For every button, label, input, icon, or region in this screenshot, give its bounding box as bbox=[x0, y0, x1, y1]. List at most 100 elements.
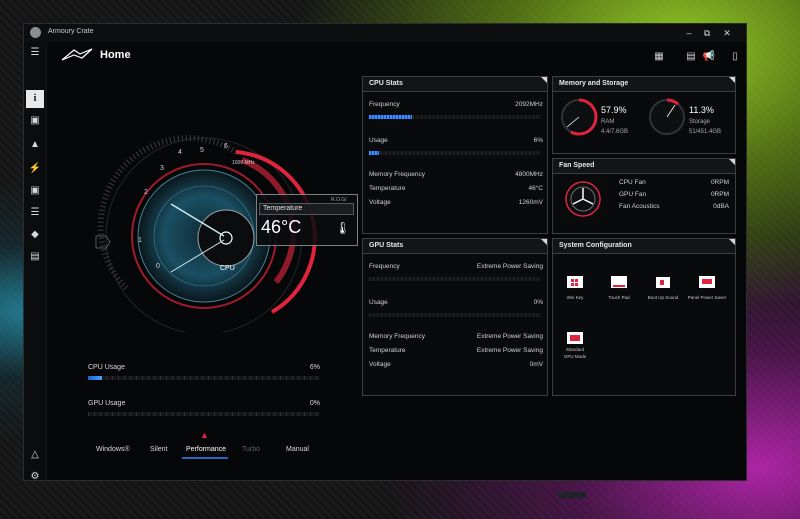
sidebar-item-scenario[interactable]: ☰ bbox=[26, 204, 44, 222]
boot-up-sound-icon bbox=[656, 277, 670, 288]
win-key-label: Win Key bbox=[566, 295, 584, 300]
panel-power-saver-label: Panel Power Saver bbox=[687, 295, 727, 300]
cpu-frequency-bar bbox=[369, 115, 541, 119]
memory-storage-panel: Memory and Storage 57.9% RAM 4.4/7.6GB 1… bbox=[552, 76, 736, 154]
ram-ring bbox=[560, 98, 598, 136]
sidebar-item-device[interactable]: ▣ bbox=[26, 112, 44, 130]
mode-silent[interactable]: Silent bbox=[150, 446, 168, 453]
tick-5: 5 bbox=[200, 147, 204, 154]
panel-corner-icon bbox=[729, 239, 735, 245]
sidebar-item-home[interactable]: i bbox=[26, 90, 44, 108]
boot-up-sound-tile[interactable]: Boot Up Sound bbox=[643, 275, 683, 300]
gpu-frequency-value: Extreme Power Saving bbox=[476, 263, 543, 270]
gpu-temperature-value: Extreme Power Saving bbox=[476, 347, 543, 354]
gpu-fan-value: 0RPM bbox=[710, 191, 729, 198]
cpu-fan-value: 0RPM bbox=[710, 179, 729, 186]
mode-performance[interactable]: Performance bbox=[186, 446, 226, 453]
system-config-panel: System Configuration Win Key Touch Pad B… bbox=[552, 238, 736, 396]
tick-2: 2 bbox=[144, 189, 148, 196]
sidebar-item-news[interactable]: ▤ bbox=[26, 248, 44, 266]
gpu-usage-stat-bar bbox=[369, 313, 541, 317]
gpu-mem-freq-value: Extreme Power Saving bbox=[476, 333, 543, 340]
sidebar-item-armoury[interactable]: ⚡ bbox=[26, 160, 44, 178]
win-key-icon bbox=[567, 276, 583, 288]
minimize-icon[interactable]: – bbox=[682, 26, 696, 40]
temperature-card-value: 46°C bbox=[261, 217, 302, 237]
thermometer-icon: 🌡 bbox=[335, 221, 351, 235]
tick-4: 4 bbox=[178, 149, 182, 156]
panel-power-saver-icon bbox=[699, 276, 715, 288]
cpu-usage-fill bbox=[88, 376, 102, 380]
taskbar-tray bbox=[558, 492, 586, 498]
temperature-card-label: Temperature bbox=[259, 203, 354, 215]
sidebar-item-aura[interactable]: ▲ bbox=[26, 136, 44, 154]
fan-speed-header: Fan Speed bbox=[553, 159, 735, 174]
storage-ring bbox=[648, 98, 686, 136]
memory-storage-title: Memory and Storage bbox=[559, 80, 629, 87]
gpu-voltage-label: Voltage bbox=[369, 361, 391, 368]
tick-6: 6 bbox=[224, 143, 228, 150]
panel-corner-icon bbox=[729, 159, 735, 165]
restore-icon[interactable]: ⧉ bbox=[700, 26, 714, 40]
cpu-usage-bar bbox=[88, 376, 320, 380]
fan-icon bbox=[565, 181, 601, 217]
gpu-mode-label: GPU Mode bbox=[563, 354, 587, 359]
app-window: Armoury Crate – ⧉ ✕ ☰ i ▣ ▲ ⚡ ▣ ☰ ◆ ▤ △ … bbox=[24, 24, 746, 498]
panel-power-saver-tile[interactable]: Panel Power Saver bbox=[687, 275, 727, 300]
gpu-usage-bar bbox=[88, 412, 320, 416]
fan-speed-title: Fan Speed bbox=[559, 162, 595, 169]
cpu-stats-title: CPU Stats bbox=[369, 80, 403, 87]
gpu-temperature-label: Temperature bbox=[369, 347, 406, 354]
tick-1: 1 bbox=[138, 237, 142, 244]
mode-turbo[interactable]: Turbo bbox=[242, 446, 260, 453]
menu-icon[interactable]: ☰ bbox=[26, 44, 44, 62]
user-icon[interactable]: △ bbox=[26, 446, 44, 464]
rog-logo-icon bbox=[61, 48, 93, 61]
sidebar: ☰ i ▣ ▲ ⚡ ▣ ☰ ◆ ▤ △ ⚙ bbox=[24, 42, 47, 482]
mode-manual[interactable]: Manual bbox=[286, 446, 309, 453]
touch-pad-tile[interactable]: Touch Pad bbox=[599, 275, 639, 300]
cpu-usage-stat-fill bbox=[369, 151, 380, 155]
gpu-usage-label: Usage bbox=[369, 299, 388, 306]
cpu-mem-freq-value: 4800MHz bbox=[515, 171, 543, 178]
gpu-mode-badge: Standard bbox=[565, 347, 585, 352]
panel-corner-icon bbox=[541, 77, 547, 83]
gpu-usage-value: 0% bbox=[309, 400, 320, 407]
active-mode-underline bbox=[182, 457, 228, 459]
boot-up-sound-label: Boot Up Sound bbox=[647, 295, 679, 300]
cpu-voltage-value: 1260mV bbox=[518, 199, 543, 206]
sidebar-item-gamevisual[interactable]: ▣ bbox=[26, 182, 44, 200]
storage-label: Storage bbox=[689, 119, 711, 125]
settings-gear-icon[interactable]: ⚙ bbox=[26, 468, 44, 486]
cpu-usage-stat-bar bbox=[369, 151, 541, 155]
announcement-icon[interactable]: 📢 bbox=[702, 50, 716, 64]
cpu-temperature-value: 46°C bbox=[528, 185, 543, 192]
win-key-tile[interactable]: Win Key bbox=[555, 275, 595, 300]
fan-acoustics-label: Fan Acoustics bbox=[619, 203, 660, 210]
gpu-usage-label: GPU Usage bbox=[88, 400, 126, 407]
gauge-cpu-label: CPU bbox=[220, 265, 235, 272]
gpu-mode-tile[interactable]: Standard GPU Mode bbox=[555, 331, 595, 359]
notes-icon[interactable]: ▤ bbox=[684, 50, 698, 64]
storage-detail: 51/451.4GB bbox=[689, 129, 722, 135]
cpu-frequency-fill bbox=[369, 115, 412, 119]
cpu-frequency-value: 2092MHz bbox=[515, 101, 543, 108]
storage-percent: 11.3% bbox=[689, 105, 714, 115]
cpu-mem-freq-label: Memory Frequency bbox=[369, 171, 425, 178]
sidebar-item-deals[interactable]: ◆ bbox=[26, 226, 44, 244]
gpu-stats-header: GPU Stats bbox=[363, 239, 547, 254]
ram-percent: 57.9% bbox=[601, 105, 627, 115]
layout-icon[interactable]: ▦ bbox=[652, 50, 666, 64]
app-logo-icon bbox=[30, 27, 41, 38]
temperature-card: R.O.G/ 2.0.5 Temperature 46°C 🌡 bbox=[256, 194, 358, 246]
gpu-usage-value: 0% bbox=[533, 299, 543, 306]
device-icon[interactable]: ▯ bbox=[728, 50, 742, 64]
gpu-mode-icon bbox=[567, 332, 583, 344]
gpu-stats-panel: GPU Stats Frequency Extreme Power Saving… bbox=[362, 238, 548, 396]
mode-windows[interactable]: Windows® bbox=[96, 446, 130, 453]
operating-mode-selector: ▲ Windows® Silent Performance Turbo Manu… bbox=[80, 430, 360, 462]
cpu-stats-header: CPU Stats bbox=[363, 77, 547, 92]
cpu-usage-value: 6% bbox=[309, 364, 320, 371]
close-icon[interactable]: ✕ bbox=[720, 26, 734, 40]
title-bar: Armoury Crate – ⧉ ✕ bbox=[24, 24, 746, 42]
